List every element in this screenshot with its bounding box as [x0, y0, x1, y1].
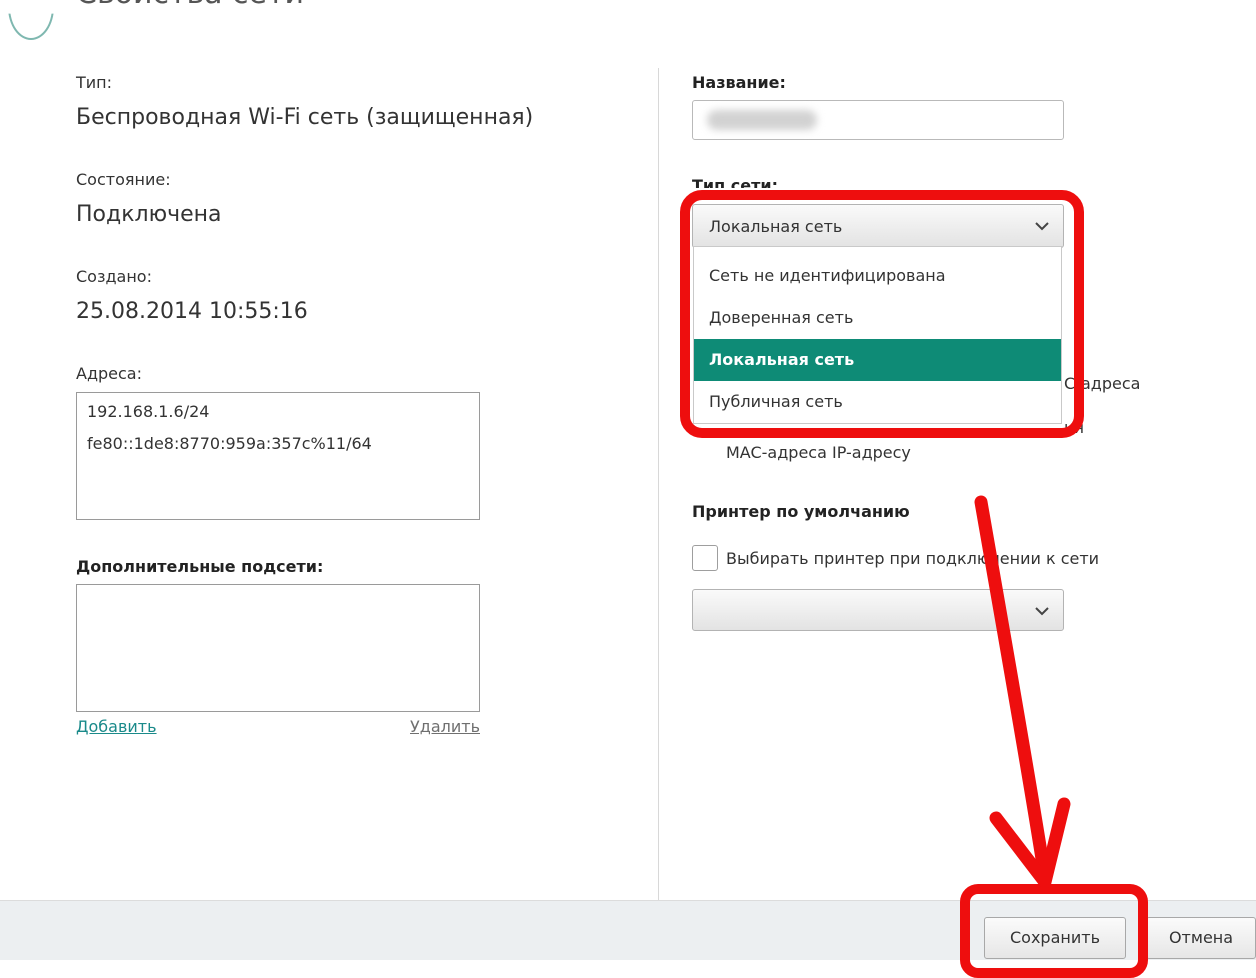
- back-circle-icon[interactable]: [8, 13, 54, 40]
- state-value: Подключена: [76, 202, 222, 227]
- network-name-input[interactable]: [692, 100, 1064, 140]
- network-type-label: Тип сети:: [692, 176, 778, 188]
- delete-subnet-link[interactable]: Удалить: [410, 717, 480, 736]
- chevron-down-icon: [1035, 607, 1049, 616]
- column-divider: [658, 68, 659, 900]
- created-value: 25.08.2014 10:55:16: [76, 299, 308, 324]
- addresses-label: Адреса:: [76, 364, 142, 383]
- printer-section-title: Принтер по умолчанию: [692, 502, 910, 521]
- type-value: Беспроводная Wi-Fi сеть (защищенная): [76, 105, 534, 130]
- cancel-button[interactable]: Отмена: [1146, 917, 1256, 959]
- address-item: 192.168.1.6/24: [87, 402, 210, 421]
- printer-checkbox-label: Выбирать принтер при подключении к сети: [726, 549, 1100, 568]
- name-label: Название:: [692, 73, 786, 92]
- blurred-name-value: [707, 110, 817, 130]
- subnets-label: Дополнительные подсети:: [76, 557, 324, 576]
- annotation-highlight-save: [960, 884, 1148, 978]
- created-label: Создано:: [76, 267, 152, 286]
- address-item: fe80::1de8:8770:959a:357c%11/64: [87, 434, 372, 453]
- addresses-list[interactable]: 192.168.1.6/24 fe80::1de8:8770:959a:357c…: [76, 392, 480, 520]
- subnets-list[interactable]: [76, 584, 480, 712]
- printer-checkbox[interactable]: [692, 545, 718, 571]
- add-subnet-link[interactable]: Добавить: [76, 717, 157, 736]
- state-label: Состояние:: [76, 170, 171, 189]
- type-label: Тип:: [76, 73, 113, 92]
- annotation-highlight-dropdown: [680, 190, 1084, 438]
- mac-ip-option-text: MAC-адреса IP-адресу: [726, 443, 911, 462]
- printer-select[interactable]: [692, 589, 1064, 631]
- page-title: Свойства сети: [76, 0, 304, 11]
